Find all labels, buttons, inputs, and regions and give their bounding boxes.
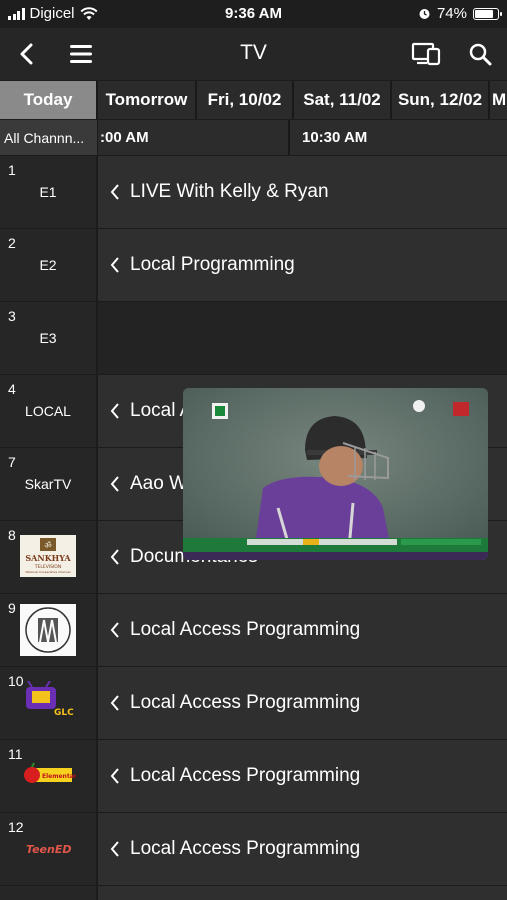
time-slot: 10:30 AM [290, 120, 507, 155]
svg-text:National Cooperative Channel: National Cooperative Channel [26, 570, 71, 574]
channel-number: 2 [8, 235, 16, 251]
channel-cell[interactable] [0, 886, 96, 900]
program-cell[interactable] [98, 302, 507, 374]
time-slot: :00 AM [98, 120, 288, 155]
program-cell[interactable] [98, 886, 507, 900]
channel-row: 9 Local Access Programming [0, 594, 507, 666]
program-title: Local Access Programming [130, 838, 361, 859]
channel-row: 10 GLC 26 Local Access Programming [0, 667, 507, 739]
program-title: Local Access Programming [130, 765, 361, 786]
chevron-left-icon [104, 841, 126, 857]
channel-number: 7 [8, 454, 16, 470]
program-cell[interactable]: Local Access Programming [98, 813, 507, 885]
program-cell[interactable]: Local Access Programming [98, 740, 507, 812]
chevron-left-icon [104, 476, 126, 492]
channel-cell[interactable]: 11 Elementary [0, 740, 96, 812]
channel-name: E3 [39, 330, 57, 346]
sankhya-logo: ॐ SANKHYA TELEVISION National Cooperativ… [20, 535, 76, 577]
teened-logo: TeenED [26, 843, 71, 856]
chevron-left-icon [104, 257, 126, 273]
battery-percent: 74% [436, 5, 467, 22]
svg-text:Elementary: Elementary [42, 773, 76, 780]
status-bar: Digicel 9:36 AM 74% [0, 0, 507, 28]
channel-number: 4 [8, 381, 16, 397]
tab-sat[interactable]: Sat, 11/02 [294, 81, 390, 119]
search-icon[interactable] [463, 38, 497, 70]
date-tab-bar: Today Tomorrow Fri, 10/02 Sat, 11/02 Sun… [0, 81, 507, 119]
program-title: Local Access Programming [130, 619, 361, 640]
svg-text:GLC 26: GLC 26 [54, 708, 76, 718]
chevron-left-icon [104, 622, 126, 638]
channel-filter[interactable]: All Channn... [0, 120, 97, 155]
channel-cell[interactable]: 2 E2 [0, 229, 96, 301]
channel-cell[interactable]: 7 SkarTV [0, 448, 96, 520]
tab-tomorrow[interactable]: Tomorrow [98, 81, 195, 119]
tab-mon[interactable]: M [490, 81, 507, 119]
channel-number: 1 [8, 162, 16, 178]
video-preview-icon [183, 388, 488, 560]
channel-cell[interactable]: 4 LOCAL [0, 375, 96, 447]
channel-name: SkarTV [24, 476, 72, 492]
chevron-left-icon [104, 403, 126, 419]
program-title: LIVE With Kelly & Ryan [130, 181, 329, 202]
channel-number: 3 [8, 308, 16, 324]
channel-cell[interactable]: 8 ॐ SANKHYA TELEVISION National Cooperat… [0, 521, 96, 593]
channel-cell[interactable]: 3 E3 [0, 302, 96, 374]
program-cell[interactable]: Local Programming [98, 229, 507, 301]
channel-row: 1 E1 LIVE With Kelly & Ryan [0, 156, 507, 228]
apple-elementary-logo: Elementary [24, 762, 76, 783]
program-cell[interactable]: Local Access Programming [98, 667, 507, 739]
svg-text:TeenED: TeenED [26, 843, 71, 856]
channel-name: LOCAL [25, 403, 71, 419]
program-cell[interactable]: Local Access Programming [98, 594, 507, 666]
tab-fri[interactable]: Fri, 10/02 [197, 81, 292, 119]
chevron-left-icon [104, 549, 126, 565]
channel-cell[interactable]: 1 E1 [0, 156, 96, 228]
alarm-icon [419, 9, 430, 19]
channel-name: E2 [39, 257, 57, 273]
battery-icon [473, 7, 502, 20]
channel-row: 2 E2 Local Programming [0, 229, 507, 301]
channel-row: 11 Elementary Local Access Programming [0, 740, 507, 812]
chevron-left-icon [104, 695, 126, 711]
time-header: All Channn... :00 AM 10:30 AM [0, 120, 507, 155]
channel-cell[interactable]: 12 TeenED [0, 813, 96, 885]
channel-row [0, 886, 507, 900]
cast-devices-icon[interactable] [409, 38, 443, 70]
channel-cell[interactable]: 9 [0, 594, 96, 666]
channel-row: 12 TeenED Local Access Programming [0, 813, 507, 885]
tab-sun[interactable]: Sun, 12/02 [392, 81, 488, 119]
glc-tv-logo: GLC 26 [26, 681, 76, 718]
circle-logo [20, 604, 76, 656]
channel-row: 3 E3 [0, 302, 507, 374]
svg-text:SANKHYA: SANKHYA [25, 553, 71, 563]
program-cell[interactable]: LIVE With Kelly & Ryan [98, 156, 507, 228]
video-player[interactable] [183, 388, 488, 560]
chevron-left-icon [104, 768, 126, 784]
program-title: Local Programming [130, 254, 295, 275]
app-header: TV [0, 28, 507, 80]
channel-name: E1 [39, 184, 57, 200]
program-title: Local Access Programming [130, 692, 361, 713]
channel-number: 8 [8, 527, 16, 543]
channel-cell[interactable]: 10 GLC 26 [0, 667, 96, 739]
svg-text:ॐ: ॐ [44, 541, 51, 550]
tab-today[interactable]: Today [0, 81, 96, 119]
program-title: Aao W [130, 473, 188, 494]
channel-number: 9 [8, 600, 16, 616]
chevron-left-icon [104, 184, 126, 200]
